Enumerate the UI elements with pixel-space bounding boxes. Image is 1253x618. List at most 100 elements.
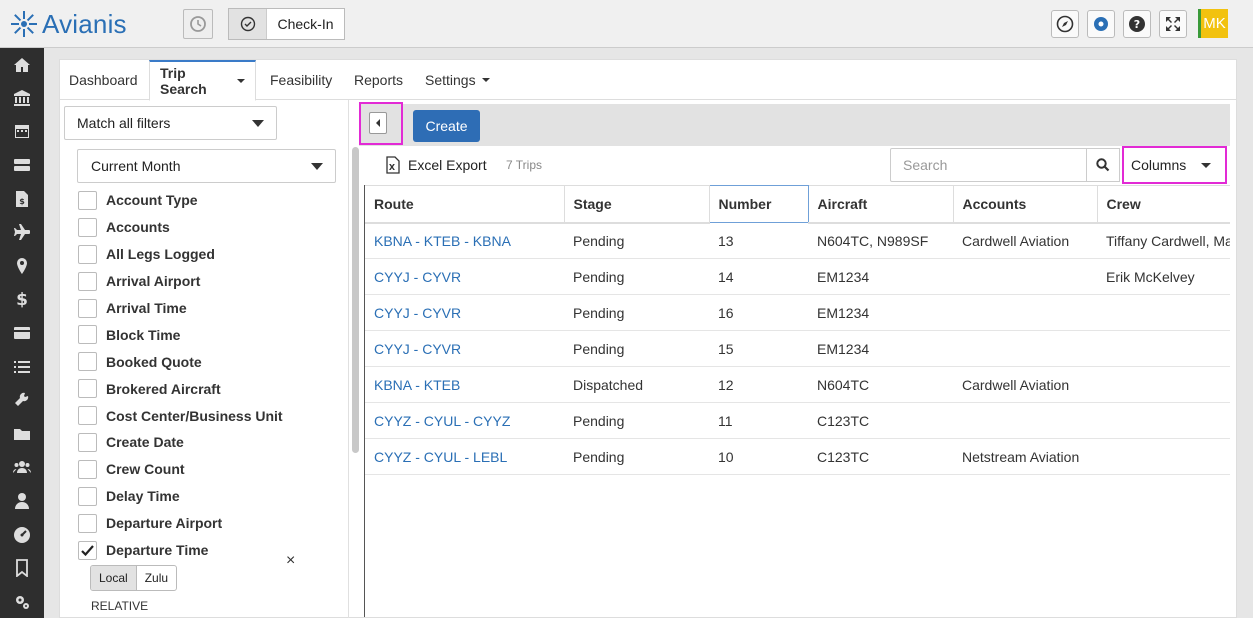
column-header-accounts[interactable]: Accounts <box>953 185 1098 224</box>
columns-button[interactable]: Columns <box>1122 146 1227 184</box>
route-link[interactable]: CYYJ - CYVR <box>365 258 564 295</box>
filter-checkbox[interactable] <box>78 513 97 533</box>
bank-icon <box>14 89 30 106</box>
filter-checkbox[interactable] <box>78 271 97 291</box>
match-filter-select[interactable]: Match all filters <box>64 106 277 140</box>
filter-item[interactable]: Departure Airport <box>78 510 340 537</box>
sidebar-item-calendar[interactable] <box>0 115 44 149</box>
sidebar-item-bank[interactable] <box>0 81 44 115</box>
search-input[interactable]: Search <box>890 148 1087 182</box>
table-row[interactable]: KBNA - KTEB Dispatched 12 N604TC Cardwell Av… <box>365 366 1230 403</box>
table-row[interactable]: KBNA - KTEB - KBNA Pending 13 N604TC, N989S… <box>365 222 1230 259</box>
filter-item[interactable]: Block Time <box>78 321 340 348</box>
user-avatar[interactable]: MK <box>1198 9 1228 38</box>
sidebar-item-list[interactable] <box>0 350 44 384</box>
excel-export-button[interactable]: X Excel Export <box>385 156 487 174</box>
filter-scrollbar[interactable] <box>352 147 360 617</box>
filter-checkbox[interactable] <box>78 190 97 210</box>
filter-item[interactable]: Accounts <box>78 214 340 241</box>
check-in-button[interactable]: Check-In <box>228 8 345 40</box>
table-row[interactable]: CYYJ - CYVR Pending 14 EM1234 Erik McKelvey <box>365 258 1230 295</box>
filter-checkbox[interactable] <box>78 540 97 560</box>
filter-checkbox[interactable] <box>78 406 97 426</box>
filter-checkbox[interactable] <box>78 379 97 399</box>
check-circle-icon <box>229 9 267 39</box>
filter-item[interactable]: Cost Center/Business Unit <box>78 402 340 429</box>
filter-checkbox[interactable] <box>78 244 97 264</box>
filter-checkbox[interactable] <box>78 325 97 345</box>
column-header-number[interactable]: Number <box>708 185 809 223</box>
filter-checkbox[interactable] <box>78 217 97 237</box>
gears-icon <box>16 595 29 609</box>
route-link[interactable]: CYYJ - CYVR <box>365 330 564 367</box>
table-cell: Erik McKelvey <box>1097 258 1230 295</box>
filter-item[interactable]: Arrival Airport <box>78 268 340 295</box>
filter-checkbox[interactable] <box>78 432 97 452</box>
filter-label: Booked Quote <box>106 353 202 370</box>
route-link[interactable]: CYYJ - CYVR <box>365 294 564 331</box>
filter-item[interactable]: Crew Count <box>78 456 340 483</box>
sidebar-item-dollar[interactable]: $ <box>0 283 44 317</box>
filter-item[interactable]: Arrival Time <box>78 295 340 322</box>
filter-label: Arrival Airport <box>106 273 201 290</box>
sidebar-item-users[interactable] <box>0 451 44 485</box>
filter-checkbox[interactable] <box>78 486 97 506</box>
tab-reports[interactable]: Reports <box>354 60 403 100</box>
create-button[interactable]: Create <box>413 110 480 142</box>
filter-item[interactable]: All Legs Logged <box>78 241 340 268</box>
app-logo[interactable]: Avianis <box>10 8 127 40</box>
filter-item[interactable]: Create Date <box>78 429 340 456</box>
help-button[interactable]: ? <box>1123 10 1151 38</box>
sidebar-item-home[interactable] <box>0 48 44 81</box>
filter-checkbox[interactable] <box>78 352 97 372</box>
table-row[interactable]: CYYJ - CYVR Pending 16 EM1234 <box>365 294 1230 331</box>
sidebar-item-gauge[interactable] <box>0 518 44 552</box>
local-button[interactable]: Local <box>91 566 137 590</box>
history-button[interactable] <box>183 9 213 39</box>
tab-dashboard[interactable]: Dashboard <box>60 60 147 100</box>
table-row[interactable]: CYYJ - CYVR Pending 15 EM1234 <box>365 330 1230 367</box>
route-link[interactable]: KBNA - KTEB - KBNA <box>365 222 564 259</box>
sidebar-item-user[interactable] <box>0 484 44 518</box>
column-header-stage[interactable]: Stage <box>564 185 710 224</box>
avianis-button[interactable] <box>1087 10 1115 38</box>
sidebar-item-folder[interactable] <box>0 417 44 451</box>
tab-settings[interactable]: Settings <box>425 60 490 100</box>
table-row[interactable]: CYYZ - CYUL - CYYZ Pending 11 C123TC <box>365 402 1230 439</box>
chevron-down-icon <box>252 120 264 127</box>
period-select[interactable]: Current Month <box>77 149 336 183</box>
sidebar-item-credit-card[interactable] <box>0 316 44 350</box>
tab-feasibility[interactable]: Feasibility <box>270 60 332 100</box>
column-header-aircraft[interactable]: Aircraft <box>808 185 954 224</box>
close-icon[interactable]: × <box>286 552 295 570</box>
filter-item[interactable]: Account Type <box>78 187 340 214</box>
chevron-down-icon <box>481 78 490 82</box>
filter-item[interactable]: Delay Time <box>78 483 340 510</box>
route-link[interactable]: KBNA - KTEB <box>365 366 564 403</box>
sidebar-item-map-pin[interactable] <box>0 249 44 283</box>
sidebar-item-gears[interactable] <box>0 585 44 618</box>
column-header-route[interactable]: Route <box>365 185 565 224</box>
filter-item[interactable]: Brokered Aircraft <box>78 375 340 402</box>
plane-icon <box>14 224 30 241</box>
sidebar-item-server[interactable] <box>0 148 44 182</box>
route-link[interactable]: CYYZ - CYUL - CYYZ <box>365 402 564 439</box>
column-header-crew[interactable]: Crew <box>1097 185 1230 224</box>
scroll-thumb[interactable] <box>352 147 359 453</box>
sidebar-item-invoice[interactable]: $ <box>0 182 44 216</box>
zulu-button[interactable]: Zulu <box>137 566 176 590</box>
filter-checkbox[interactable] <box>78 298 97 318</box>
route-link[interactable]: CYYZ - CYUL - LEBL <box>365 438 564 475</box>
fullscreen-button[interactable] <box>1159 10 1187 38</box>
tab-trip-search[interactable]: Trip Search <box>149 60 256 101</box>
filter-label: Crew Count <box>106 461 185 478</box>
compass-button[interactable] <box>1051 10 1079 38</box>
filter-item[interactable]: Departure Time <box>78 537 340 564</box>
filter-item[interactable]: Booked Quote <box>78 348 340 375</box>
sidebar-item-bookmark[interactable] <box>0 551 44 585</box>
sidebar-item-plane[interactable] <box>0 215 44 249</box>
search-button[interactable] <box>1086 148 1120 182</box>
sidebar-item-wrench[interactable] <box>0 383 44 417</box>
filter-checkbox[interactable] <box>78 459 97 479</box>
table-row[interactable]: CYYZ - CYUL - LEBL Pending 10 C123TC Netstre… <box>365 438 1230 475</box>
